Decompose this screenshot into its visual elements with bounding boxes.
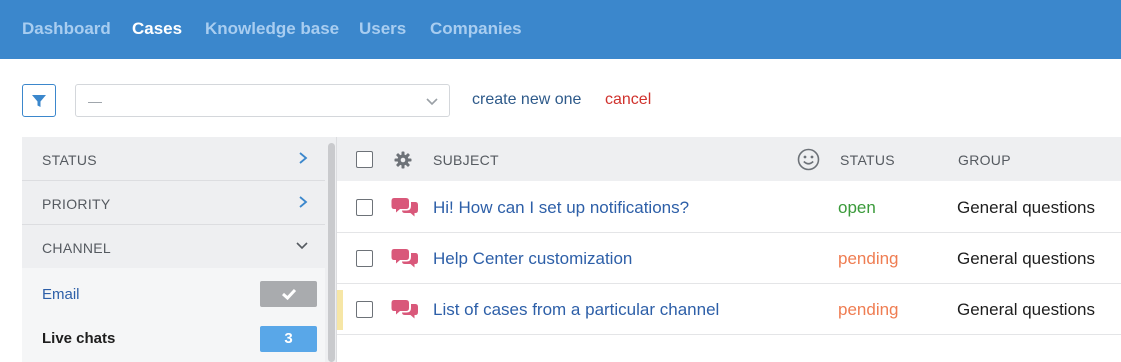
smiley-icon[interactable] (797, 148, 820, 171)
channel-label: Email (42, 286, 80, 303)
row-group: General questions (957, 249, 1095, 268)
row-subject-link[interactable]: Help Center customization (433, 249, 632, 269)
sidebar-section-label: CHANNEL (42, 240, 112, 256)
sidebar-section-channel[interactable]: CHANNEL (22, 225, 325, 269)
nav-knowledge-base[interactable]: Knowledge base (205, 19, 339, 39)
row-checkbox[interactable] (356, 250, 373, 267)
sidebar-scrollbar-thumb[interactable] (328, 143, 335, 362)
sidebar-section-priority[interactable]: PRIORITY (22, 181, 325, 225)
channel-email-toggle[interactable] (260, 281, 317, 307)
channel-label: Live chats (42, 330, 116, 347)
chat-bubbles-icon (391, 300, 418, 319)
chat-bubbles-icon (391, 249, 418, 268)
row-highlight-marker (337, 290, 343, 330)
nav-cases[interactable]: Cases (132, 19, 182, 39)
cancel-link[interactable]: cancel (605, 91, 651, 109)
filter-select-value: — (88, 93, 102, 109)
row-status: pending (838, 300, 899, 319)
sidebar-section-label: STATUS (42, 152, 97, 168)
sidebar-section-status[interactable]: STATUS (22, 137, 325, 181)
top-navigation: Dashboard Cases Knowledge base Users Com… (0, 0, 1121, 59)
row-subject-link[interactable]: List of cases from a particular channel (433, 300, 719, 320)
filter-sidebar: STATUS PRIORITY CHANNEL Email Live chats… (22, 137, 337, 362)
check-icon (281, 288, 296, 301)
row-subject-link[interactable]: Hi! How can I set up notifications? (433, 198, 689, 218)
column-header-group[interactable]: GROUP (958, 152, 1011, 168)
chevron-right-icon (299, 196, 308, 208)
row-status: open (838, 198, 876, 217)
chevron-down-icon (296, 242, 308, 250)
channel-count-badge[interactable]: 3 (260, 326, 317, 352)
table-row[interactable]: Help Center customization pending Genera… (337, 233, 1121, 284)
create-new-link[interactable]: create new one (472, 91, 581, 109)
channel-list: Email Live chats 3 (22, 268, 325, 362)
row-checkbox[interactable] (356, 301, 373, 318)
row-group: General questions (957, 198, 1095, 217)
table-header: SUBJECT STATUS GROUP (337, 137, 1121, 181)
row-checkbox[interactable] (356, 199, 373, 216)
channel-item-email[interactable]: Email (22, 268, 325, 312)
channel-item-live-chats[interactable]: Live chats 3 (22, 312, 325, 356)
column-header-subject[interactable]: SUBJECT (433, 152, 499, 168)
gear-icon[interactable] (394, 151, 412, 169)
filter-select[interactable]: — (75, 84, 450, 117)
nav-users[interactable]: Users (359, 19, 406, 39)
nav-dashboard[interactable]: Dashboard (22, 19, 111, 39)
column-header-status[interactable]: STATUS (840, 152, 895, 168)
chevron-down-icon (426, 98, 438, 106)
table-row[interactable]: List of cases from a particular channel … (337, 284, 1121, 335)
chat-bubbles-icon (391, 198, 418, 217)
filter-icon (32, 95, 46, 107)
table-row[interactable]: Hi! How can I set up notifications? open… (337, 182, 1121, 233)
row-status: pending (838, 249, 899, 268)
nav-companies[interactable]: Companies (430, 19, 522, 39)
chevron-right-icon (299, 152, 308, 164)
filter-button[interactable] (22, 84, 56, 117)
sidebar-section-label: PRIORITY (42, 196, 111, 212)
row-group: General questions (957, 300, 1095, 319)
select-all-checkbox[interactable] (356, 151, 373, 168)
